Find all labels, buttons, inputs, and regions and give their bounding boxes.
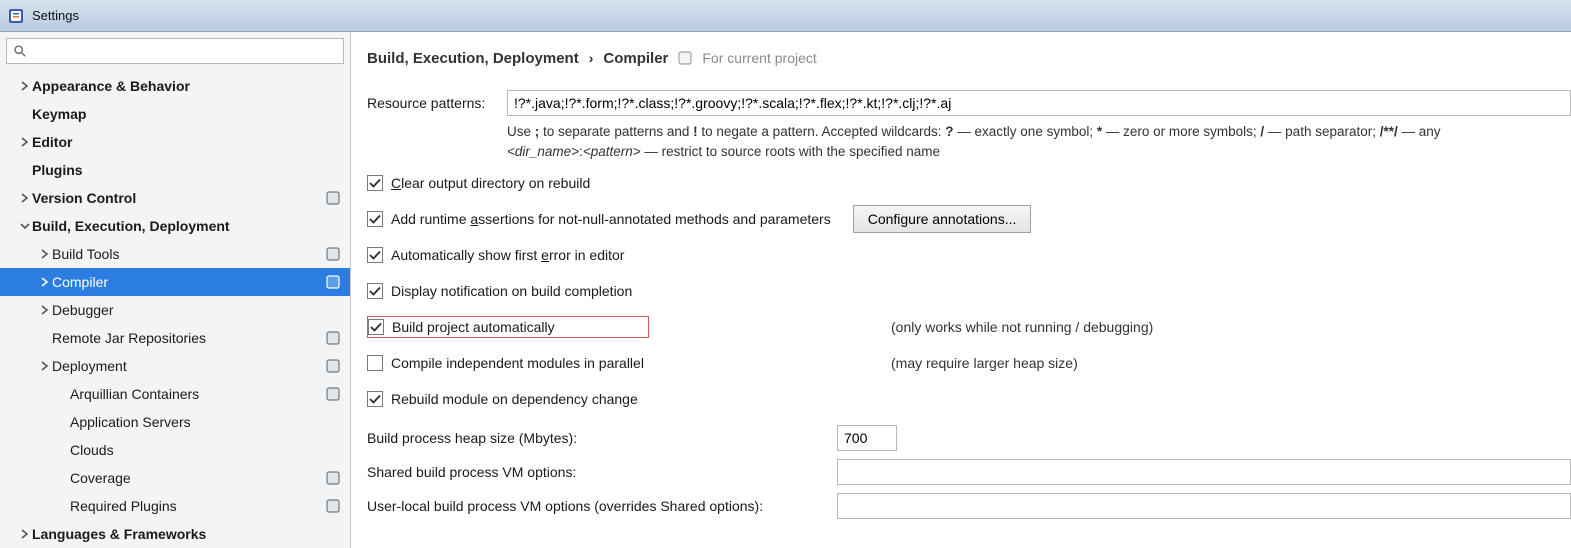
sidebar-item-plugins[interactable]: Plugins [0,156,350,184]
settings-sidebar: Appearance & Behavior Keymap Editor Plug… [0,32,351,548]
settings-tree: Appearance & Behavior Keymap Editor Plug… [0,68,350,548]
sidebar-item-coverage[interactable]: Coverage [0,464,350,492]
sidebar-item-arquillian-containers[interactable]: Arquillian Containers [0,380,350,408]
breadcrumb-scope: For current project [702,50,816,66]
search-input[interactable] [33,39,339,63]
display-notification-label: Display notification on build completion [391,283,632,299]
build-auto-aside: (only works while not running / debuggin… [891,319,1571,335]
build-auto-checkbox[interactable] [368,319,384,335]
user-vm-options-label: User-local build process VM options (ove… [367,498,837,514]
sidebar-item-label: Build Tools [52,246,326,262]
clear-output-label: Clear output directory on rebuild [391,175,590,191]
shared-vm-options-input[interactable] [837,459,1571,485]
resource-patterns-input[interactable] [507,90,1571,116]
sidebar-item-compiler[interactable]: Compiler [0,268,350,296]
chevron-right-icon [38,275,52,289]
sidebar-item-label: Application Servers [70,414,326,430]
project-badge-icon [326,499,340,513]
chevron-right-icon [18,191,32,205]
sidebar-item-languages-frameworks[interactable]: Languages & Frameworks [0,520,350,548]
compile-parallel-aside: (may require larger heap size) [891,355,1571,371]
add-runtime-assertions-checkbox[interactable] [367,211,383,227]
project-badge-icon [326,471,340,485]
sidebar-item-label: Build, Execution, Deployment [32,218,326,234]
sidebar-item-label: Compiler [52,274,326,290]
sidebar-item-clouds[interactable]: Clouds [0,436,350,464]
chevron-right-icon [38,247,52,261]
sidebar-item-label: Clouds [70,442,326,458]
project-badge-icon [678,51,692,65]
chevron-right-icon [38,359,52,373]
sidebar-item-label: Deployment [52,358,326,374]
heap-size-input[interactable] [837,425,897,451]
shared-vm-options-label: Shared build process VM options: [367,464,837,480]
auto-show-error-label: Automatically show first error in editor [391,247,624,263]
rebuild-module-label: Rebuild module on dependency change [391,391,638,407]
user-vm-options-input[interactable] [837,493,1571,519]
compile-parallel-label: Compile independent modules in parallel [391,355,644,371]
app-icon [8,8,24,24]
breadcrumb-part-2: Compiler [603,50,668,67]
resource-patterns-hint: Use ; to separate patterns and ! to nega… [507,122,1571,163]
display-notification-checkbox[interactable] [367,283,383,299]
sidebar-item-keymap[interactable]: Keymap [0,100,350,128]
sidebar-item-label: Keymap [32,106,326,122]
chevron-right-icon [18,79,32,93]
chevron-down-icon [18,219,32,233]
sidebar-item-label: Editor [32,134,326,150]
rebuild-module-checkbox[interactable] [367,391,383,407]
chevron-right-icon [18,135,32,149]
sidebar-item-label: Debugger [52,302,326,318]
settings-content: Build, Execution, Deployment › Compiler … [351,32,1571,548]
heap-size-label: Build process heap size (Mbytes): [367,430,837,446]
project-badge-icon [326,387,340,401]
breadcrumb: Build, Execution, Deployment › Compiler … [367,44,1571,72]
clear-output-checkbox[interactable] [367,175,383,191]
sidebar-item-label: Required Plugins [70,498,326,514]
sidebar-item-label: Arquillian Containers [70,386,326,402]
sidebar-item-deployment[interactable]: Deployment [0,352,350,380]
title-bar: Settings [0,0,1571,32]
auto-show-error-checkbox[interactable] [367,247,383,263]
sidebar-item-build-execution-deployment[interactable]: Build, Execution, Deployment [0,212,350,240]
configure-annotations-button[interactable]: Configure annotations... [853,205,1032,233]
project-badge-icon [326,331,340,345]
project-badge-icon [326,191,340,205]
sidebar-item-build-tools[interactable]: Build Tools [0,240,350,268]
breadcrumb-part-1: Build, Execution, Deployment [367,50,579,67]
window-title: Settings [32,8,79,23]
sidebar-item-label: Coverage [70,470,326,486]
project-badge-icon [326,359,340,373]
chevron-right-icon [38,303,52,317]
sidebar-item-label: Appearance & Behavior [32,78,326,94]
sidebar-item-application-servers[interactable]: Application Servers [0,408,350,436]
sidebar-item-appearance-behavior[interactable]: Appearance & Behavior [0,72,350,100]
chevron-right-icon [18,527,32,541]
project-badge-icon [326,275,340,289]
add-runtime-assertions-label: Add runtime assertions for not-null-anno… [391,211,831,227]
build-auto-label: Build project automatically [392,319,642,335]
resource-patterns-label: Resource patterns: [367,95,507,111]
sidebar-item-remote-jar-repositories[interactable]: Remote Jar Repositories [0,324,350,352]
search-box[interactable] [6,38,344,64]
sidebar-item-debugger[interactable]: Debugger [0,296,350,324]
sidebar-item-label: Version Control [32,190,326,206]
compile-parallel-checkbox[interactable] [367,355,383,371]
sidebar-item-label: Remote Jar Repositories [52,330,326,346]
project-badge-icon [326,247,340,261]
sidebar-item-label: Languages & Frameworks [32,526,326,542]
search-icon [13,44,27,58]
build-auto-highlight: Build project automatically [367,316,649,338]
breadcrumb-separator: › [589,50,594,66]
sidebar-item-editor[interactable]: Editor [0,128,350,156]
sidebar-item-label: Plugins [32,162,326,178]
sidebar-item-required-plugins[interactable]: Required Plugins [0,492,350,520]
sidebar-item-version-control[interactable]: Version Control [0,184,350,212]
